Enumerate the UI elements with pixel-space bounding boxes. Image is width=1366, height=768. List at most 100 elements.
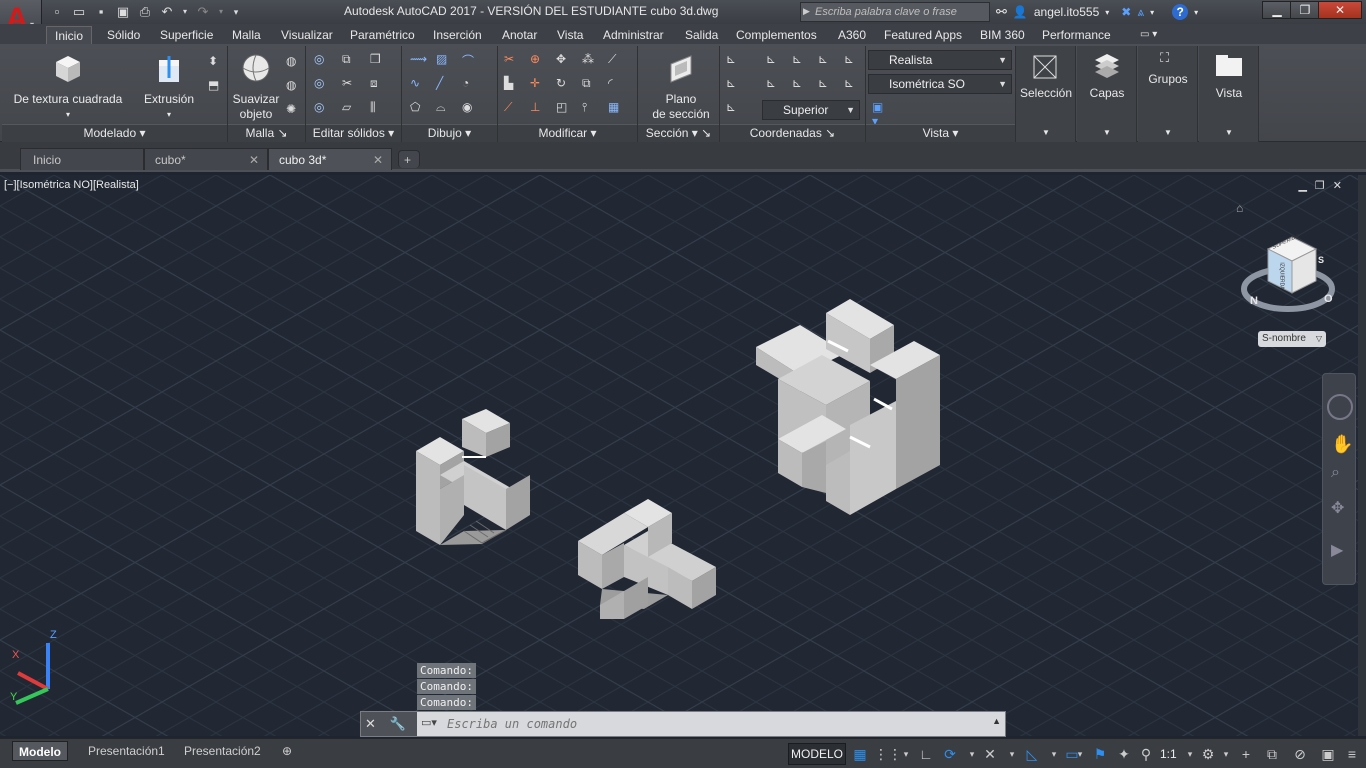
steering-wheel-icon[interactable] (1327, 394, 1353, 420)
tab-featured-apps[interactable]: Featured Apps (884, 26, 962, 44)
ucs-y-icon[interactable]: ⊾ (792, 76, 810, 94)
ortho-icon[interactable]: ∟ (916, 744, 936, 764)
section-plane-button[interactable]: Plano de sección (646, 52, 716, 122)
close-tab-icon[interactable]: ✕ (373, 149, 383, 171)
panel-vista-footer[interactable]: Vista ▾ (866, 124, 1015, 142)
close-button[interactable]: ✕ (1318, 1, 1362, 19)
ucs-3point-icon[interactable]: ⊾ (766, 76, 784, 94)
ucs-world-icon[interactable]: ⊾ (766, 52, 784, 70)
extract-edges-icon[interactable]: ⧉ (342, 52, 360, 70)
panel-editar-footer[interactable]: Editar sólidos ▾ (306, 124, 401, 142)
print-icon[interactable]: ⎙ (136, 3, 154, 21)
separate-icon[interactable]: ⧈ (370, 76, 388, 94)
fillet-icon[interactable]: ◜ (608, 76, 626, 94)
a360-icon[interactable]: ⩓ (1137, 5, 1144, 20)
presspull-icon[interactable]: ⬍ (208, 54, 226, 72)
viewport-minimize-icon[interactable]: ▁ (1298, 179, 1306, 192)
ucs-face-icon[interactable]: ⊾ (818, 76, 836, 94)
tab-salida[interactable]: Salida (685, 26, 718, 44)
redo-icon[interactable]: ↷ (194, 3, 212, 21)
command-prompt-icon[interactable]: ▭▾ (421, 716, 437, 729)
ribbon-options-icon[interactable]: ▭ ▾ (1140, 26, 1157, 44)
close-tab-icon[interactable]: ✕ (249, 149, 259, 171)
tab-complementos[interactable]: Complementos (736, 26, 817, 44)
orbit-icon[interactable]: ✥ (1331, 498, 1344, 518)
mesh-refine-icon[interactable]: ✺ (286, 102, 304, 120)
thicken-icon[interactable]: ▱ (342, 100, 360, 118)
polar-dropdown-icon[interactable]: ▾ (962, 744, 982, 764)
user-dropdown-icon[interactable]: ▾ (1105, 8, 1109, 17)
3d-rotate-icon[interactable]: ⊕ (530, 52, 548, 70)
tab-superficie[interactable]: Superficie (160, 26, 213, 44)
viewport-config-icon[interactable]: ▣ ▾ (872, 100, 890, 128)
isodraft-icon[interactable]: ✕ (980, 744, 1000, 764)
tracking-dropdown-icon[interactable]: ▾ (1070, 744, 1090, 764)
command-input[interactable] (447, 715, 987, 733)
tab-a360[interactable]: A360 (838, 26, 866, 44)
extrude-button[interactable]: Extrusión ▾ (136, 52, 202, 122)
annotation-scale-icon[interactable]: ⚲ (1136, 744, 1156, 764)
object-snap-icon[interactable]: ◺ (1022, 744, 1042, 764)
tab-insercion[interactable]: Inserción (433, 26, 482, 44)
hatch-icon[interactable]: ▨ (436, 52, 454, 70)
panel-modelado-footer[interactable]: Modelado ▾ (2, 124, 227, 142)
panel-vista-grande[interactable]: Vista ▼ (1199, 46, 1259, 142)
viewport-controls-label[interactable]: [−][Isométrica NO][Realista] (4, 179, 139, 191)
help-icon[interactable]: ? (1172, 4, 1189, 20)
tab-parametrico[interactable]: Paramétrico (350, 26, 415, 44)
open-file-icon[interactable]: ▭ (70, 3, 88, 21)
ucs-menu-dropdown[interactable]: S-nombre ▽ (1258, 331, 1326, 347)
zoom-icon[interactable]: ⌕ (1331, 464, 1340, 482)
search-expand-icon[interactable]: ▶ (803, 6, 810, 17)
copy-icon[interactable]: ⧉ (582, 76, 600, 94)
new-file-icon[interactable]: ▫ (48, 3, 66, 21)
file-tab-cubo-3d[interactable]: cubo 3d* ✕ (268, 148, 392, 170)
workspace-gear-icon[interactable]: ⚙ (1198, 744, 1218, 764)
visual-style-dropdown[interactable]: Realista ▼ (868, 50, 1012, 70)
layout-tab-presentacion1[interactable]: Presentación1 (82, 741, 171, 761)
viewport-restore-icon[interactable]: ❐ (1315, 179, 1325, 192)
vertical-scrollbar[interactable] (1358, 175, 1366, 736)
ucs-view-dropdown[interactable]: Superior ▼ (762, 100, 860, 120)
mesh-smooth-less-icon[interactable]: ◍ (286, 78, 304, 96)
3d-align-icon[interactable]: ⊥ (530, 100, 548, 118)
ucs-z-icon[interactable]: ⊾ (818, 52, 836, 70)
polysolid-icon[interactable]: ⬒ (208, 78, 226, 96)
showmotion-icon[interactable]: ▶ (1331, 540, 1343, 560)
shell-icon[interactable]: ⫼ (370, 100, 388, 118)
minimize-button[interactable]: ▁ (1262, 1, 1292, 19)
layout-tab-presentacion2[interactable]: Presentación2 (178, 741, 267, 761)
model-space-button[interactable]: MODELO (788, 743, 846, 765)
align-icon[interactable]: ▙ (504, 76, 522, 94)
intersect-icon[interactable]: ◎ (314, 100, 332, 118)
undo-icon[interactable]: ↶ (158, 3, 176, 21)
compass-north[interactable]: N (1250, 295, 1258, 307)
compass-south[interactable]: S (1318, 255, 1324, 265)
file-tab-cubo[interactable]: cubo* ✕ (144, 148, 268, 170)
trim-icon[interactable]: ✂ (504, 52, 522, 70)
ucs-icon[interactable]: ⊾ (726, 52, 744, 70)
osnap-dropdown-icon[interactable]: ▾ (1044, 744, 1064, 764)
clean-screen-icon[interactable]: ▣ (1318, 744, 1338, 764)
exchange-apps-icon[interactable]: ✖ (1121, 5, 1131, 19)
scale-dropdown-icon[interactable]: ▾ (1180, 744, 1200, 764)
panel-seleccion[interactable]: Selección ▼ (1016, 46, 1076, 142)
region-icon[interactable]: ⌓ (436, 100, 454, 118)
isodraft-dropdown-icon[interactable]: ▾ (1002, 744, 1022, 764)
panel-grupos[interactable]: ⛶ Grupos ▼ (1138, 46, 1198, 142)
save-icon[interactable]: ▪ (92, 3, 110, 21)
panel-malla-footer[interactable]: Malla ↘ (228, 124, 305, 142)
polyline-icon[interactable]: ∿ (410, 76, 428, 94)
extrude-faces-icon[interactable]: ❒ (370, 52, 388, 70)
tab-solido[interactable]: Sólido (107, 26, 140, 44)
search-input[interactable]: ▶ Escriba palabra clave o frase (800, 2, 990, 22)
save-as-icon[interactable]: ▣ (114, 3, 132, 21)
ucs-x-icon[interactable]: ⊾ (792, 52, 810, 70)
command-close-icon[interactable]: ✕ (365, 716, 376, 731)
panel-dibujo-footer[interactable]: Dibujo ▾ (402, 124, 497, 142)
line-icon[interactable]: ⟿ (410, 52, 428, 70)
undo-dropdown-icon[interactable]: ▾ (180, 3, 190, 21)
slice-icon[interactable]: ✂ (342, 76, 360, 94)
customization-menu-icon[interactable]: ≡ (1342, 744, 1362, 764)
redo-dropdown-icon[interactable]: ▾ (216, 3, 226, 21)
